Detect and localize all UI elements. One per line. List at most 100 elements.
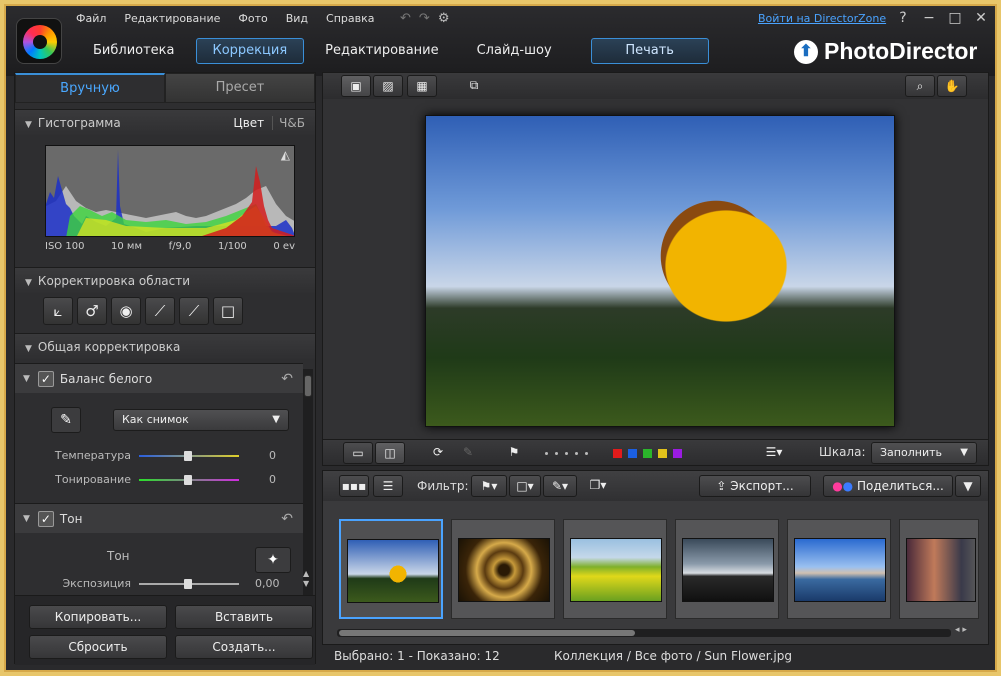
stack-icon[interactable]: ❐▾ [583, 475, 613, 497]
tab-library[interactable]: Библиотека [76, 38, 192, 64]
eyedropper-icon[interactable]: ✎ [51, 407, 81, 433]
exposure-slider[interactable] [139, 579, 239, 589]
thumbnail-sunset[interactable] [899, 519, 979, 619]
label-filter-icon[interactable]: □▾ [509, 475, 541, 497]
thumbnail-harbor[interactable] [787, 519, 891, 619]
rating-dot-3[interactable] [565, 452, 568, 455]
white-balance-preset-select[interactable]: Как снимок ▼ [113, 409, 289, 431]
label-yellow[interactable] [658, 449, 667, 458]
spot-removal-icon[interactable]: ♂ [77, 297, 107, 325]
label-purple[interactable] [673, 449, 682, 458]
minimize-button[interactable]: − [922, 10, 936, 26]
histogram-clipping-icon[interactable]: ◭ [281, 148, 290, 162]
temperature-slider[interactable] [139, 451, 239, 461]
copy-button[interactable]: Копировать... [29, 605, 167, 629]
exif-ev: 0 ev [273, 241, 295, 252]
general-adjust-header[interactable]: ▼ Общая корректировка [15, 333, 315, 359]
menu-view[interactable]: Вид [286, 12, 308, 28]
sort-menu-icon[interactable]: ☰▾ [759, 442, 789, 464]
grid-view-icon[interactable]: ▦ [407, 75, 437, 97]
share-dropdown-icon[interactable]: ▼ [955, 475, 981, 497]
rating-dot-5[interactable] [585, 452, 588, 455]
list-view-icon[interactable]: ☰ [373, 475, 403, 497]
share-button[interactable]: ●● Поделиться... [823, 475, 953, 497]
rating-dot-1[interactable] [545, 452, 548, 455]
tone-header[interactable]: ▼ ✓ Тон ↶ [15, 503, 303, 533]
single-view-icon[interactable]: ▣ [341, 75, 371, 97]
thumbnail-spiral[interactable] [451, 519, 555, 619]
edit-filter-icon[interactable]: ✎▾ [543, 475, 577, 497]
reset-button[interactable]: Сбросить [29, 635, 167, 659]
single-layout-icon[interactable]: ▭ [343, 442, 373, 464]
maximize-button[interactable]: □ [948, 10, 962, 26]
tab-manual[interactable]: Вручную [15, 73, 165, 103]
compare-view-icon[interactable]: ▨ [373, 75, 403, 97]
create-button[interactable]: Создать... [175, 635, 313, 659]
hand-pan-icon[interactable]: ✋ [937, 75, 967, 97]
split-layout-icon[interactable]: ◫ [375, 442, 405, 464]
menu-photo[interactable]: Фото [238, 12, 267, 28]
rating-dot-4[interactable] [575, 452, 578, 455]
histogram-bw-mode[interactable]: Ч&Б [272, 116, 305, 130]
help-button[interactable]: ? [896, 10, 910, 26]
zoom-icon[interactable]: ⌕ [905, 75, 935, 97]
adjustment-brush-icon[interactable]: ⟋ [145, 297, 175, 325]
label-blue[interactable] [628, 449, 637, 458]
label-red[interactable] [613, 449, 622, 458]
export-button[interactable]: ⇪ Экспорт... [699, 475, 811, 497]
reset-arrow-icon[interactable]: ↶ [281, 511, 293, 527]
paste-button[interactable]: Вставить [175, 605, 313, 629]
tab-correction[interactable]: Коррекция [195, 38, 305, 64]
auto-tone-wand-icon[interactable]: ✦ [255, 547, 291, 573]
label-green[interactable] [643, 449, 652, 458]
popout-icon[interactable]: ⧉ [459, 75, 489, 97]
menu-file[interactable]: Файл [76, 12, 106, 28]
main-photo-sunflower[interactable] [425, 115, 895, 427]
scroll-left-right-icon[interactable]: ◂ ▸ [955, 625, 967, 635]
tint-slider[interactable] [139, 475, 239, 485]
panel-scroll-thumb[interactable] [304, 375, 312, 397]
tint-knob[interactable] [184, 475, 192, 485]
menu-help[interactable]: Справка [326, 12, 374, 28]
white-balance-checkbox[interactable]: ✓ [37, 370, 54, 387]
panel-scrollbar[interactable] [303, 369, 313, 595]
flag-icon[interactable]: ⚑ [499, 442, 529, 464]
close-button[interactable]: ✕ [974, 10, 988, 26]
scroll-arrows-icon[interactable]: ▲ ▼ [303, 569, 309, 589]
filmstrip-scroll-thumb[interactable] [339, 630, 635, 636]
thumbnail-bicycle[interactable] [563, 519, 667, 619]
scale-select[interactable]: Заполнить ▼ [871, 442, 977, 464]
red-eye-icon[interactable]: ◉ [111, 297, 141, 325]
redo-icon[interactable]: ↷ [419, 11, 430, 26]
directorzone-login-link[interactable]: Войти на DirectorZone [758, 12, 886, 25]
gear-icon[interactable]: ⚙ [438, 11, 450, 26]
histogram-header[interactable]: ▼ Гистограмма Цвет Ч&Б [15, 109, 315, 135]
gradient-brush-icon[interactable]: ⟋ [179, 297, 209, 325]
menu-edit[interactable]: Редактирование [124, 12, 220, 28]
tab-slideshow[interactable]: Слайд-шоу [460, 38, 569, 64]
tab-preset[interactable]: Пресет [165, 73, 315, 103]
rating-dot-2[interactable] [555, 452, 558, 455]
area-adjust-header[interactable]: ▼ Корректировка области [15, 267, 315, 293]
tint-label: Тонирование [55, 473, 131, 486]
temperature-knob[interactable] [184, 451, 192, 461]
histogram-color-mode[interactable]: Цвет [233, 116, 264, 130]
tab-edit[interactable]: Редактирование [308, 38, 455, 64]
thumbnail-sunflower[interactable] [339, 519, 443, 619]
edit-disabled-icon: ✎ [462, 445, 474, 459]
square-mask-icon[interactable]: □ [213, 297, 243, 325]
crop-tool-icon[interactable]: ⟀ [43, 297, 73, 325]
exposure-knob[interactable] [184, 579, 192, 589]
rotate-icon[interactable]: ⟳ [423, 442, 453, 464]
photo-viewer: ▣ ▨ ▦ ⧉ ⌕ ✋ ▭ ◫ ⟳ ✎ ⚑ ☰▾ Шкала: Заполнит… [322, 72, 989, 466]
reset-arrow-icon[interactable]: ↶ [281, 371, 293, 387]
flag-filter-icon[interactable]: ⚑▾ [471, 475, 507, 497]
tone-checkbox[interactable]: ✓ [37, 510, 54, 527]
strip-view-icon[interactable]: ▪▪▪ [339, 475, 369, 497]
undo-icon[interactable]: ↶ [400, 11, 411, 26]
filmstrip-scrollbar[interactable] [337, 629, 951, 637]
tab-print[interactable]: Печать [590, 38, 709, 64]
thumbnail-pier[interactable] [675, 519, 779, 619]
histogram-chart: ◭ [45, 145, 295, 237]
white-balance-header[interactable]: ▼ ✓ Баланс белого ↶ [15, 363, 303, 393]
